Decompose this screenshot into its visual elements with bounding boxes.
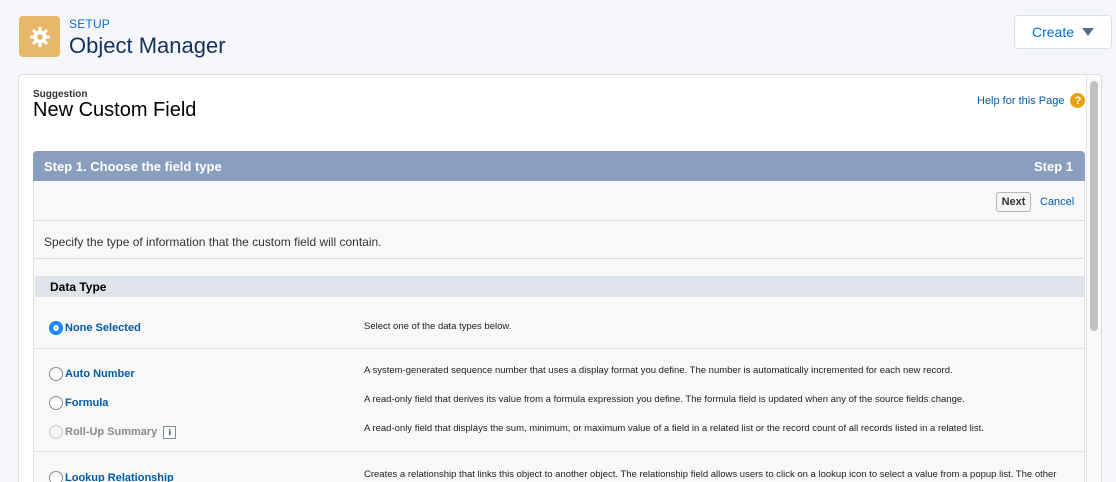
data-type-label: Roll-Up Summary: [65, 426, 158, 438]
content-card: Suggestion New Custom Field Help for thi…: [18, 74, 1102, 482]
radio-icon[interactable]: [49, 367, 63, 381]
vertical-scrollbar[interactable]: [1086, 75, 1101, 482]
data-type-description: Creates a relationship that links this o…: [364, 469, 1057, 480]
data-type-option-formula[interactable]: Formula: [49, 396, 108, 410]
radio-icon[interactable]: [49, 471, 63, 482]
data-type-option-roll-up-summary: Roll-Up Summary i: [49, 425, 177, 439]
data-type-header: Data Type: [35, 276, 1084, 297]
data-type-option-auto-number[interactable]: Auto Number: [49, 367, 135, 381]
data-type-description: A read-only field that displays the sum,…: [364, 423, 984, 434]
step-title: Step 1. Choose the field type: [44, 159, 222, 174]
setup-section-label: SETUP: [69, 17, 111, 31]
step-header: Step 1. Choose the field type Step 1: [33, 151, 1085, 181]
next-button[interactable]: Next: [996, 192, 1031, 212]
data-type-description: A read-only field that derives its value…: [364, 394, 965, 405]
data-type-label: Lookup Relationship: [65, 472, 174, 482]
data-type-option-none[interactable]: None Selected: [49, 321, 141, 335]
data-type-description: A system-generated sequence number that …: [364, 365, 953, 376]
step-body: Next Cancel Specify the type of informat…: [33, 181, 1085, 482]
form-title: New Custom Field: [33, 99, 197, 121]
help-link-label: Help for this Page: [977, 94, 1065, 107]
page-title: Object Manager: [69, 33, 226, 58]
data-type-option-lookup-relationship[interactable]: Lookup Relationship: [49, 471, 174, 482]
scrollbar-thumb[interactable]: [1090, 81, 1098, 331]
data-type-label: Auto Number: [65, 368, 135, 380]
button-row: Next Cancel: [34, 181, 1084, 221]
create-button-label: Create: [1031, 24, 1075, 40]
divider: [34, 258, 1084, 259]
radio-disabled-icon: [49, 425, 63, 439]
instructions-text: Specify the type of information that the…: [44, 235, 382, 249]
cancel-link[interactable]: Cancel: [1040, 196, 1074, 208]
create-button[interactable]: Create: [1014, 15, 1112, 49]
gear-icon: [19, 16, 60, 57]
divider: [34, 348, 1084, 349]
setup-header: SETUP Object Manager Create: [0, 0, 1116, 74]
data-type-label: Formula: [65, 397, 109, 409]
help-link[interactable]: Help for this Page ?: [977, 93, 1086, 108]
data-type-label: None Selected: [65, 322, 141, 334]
data-type-description: Select one of the data types below.: [364, 321, 512, 332]
info-icon[interactable]: i: [163, 425, 177, 439]
radio-icon[interactable]: [49, 396, 63, 410]
radio-selected-icon[interactable]: [49, 321, 63, 335]
caret-down-icon: [1082, 28, 1095, 36]
divider: [34, 451, 1084, 452]
help-icon: ?: [1070, 93, 1086, 108]
step-number: Step 1: [1033, 159, 1073, 174]
